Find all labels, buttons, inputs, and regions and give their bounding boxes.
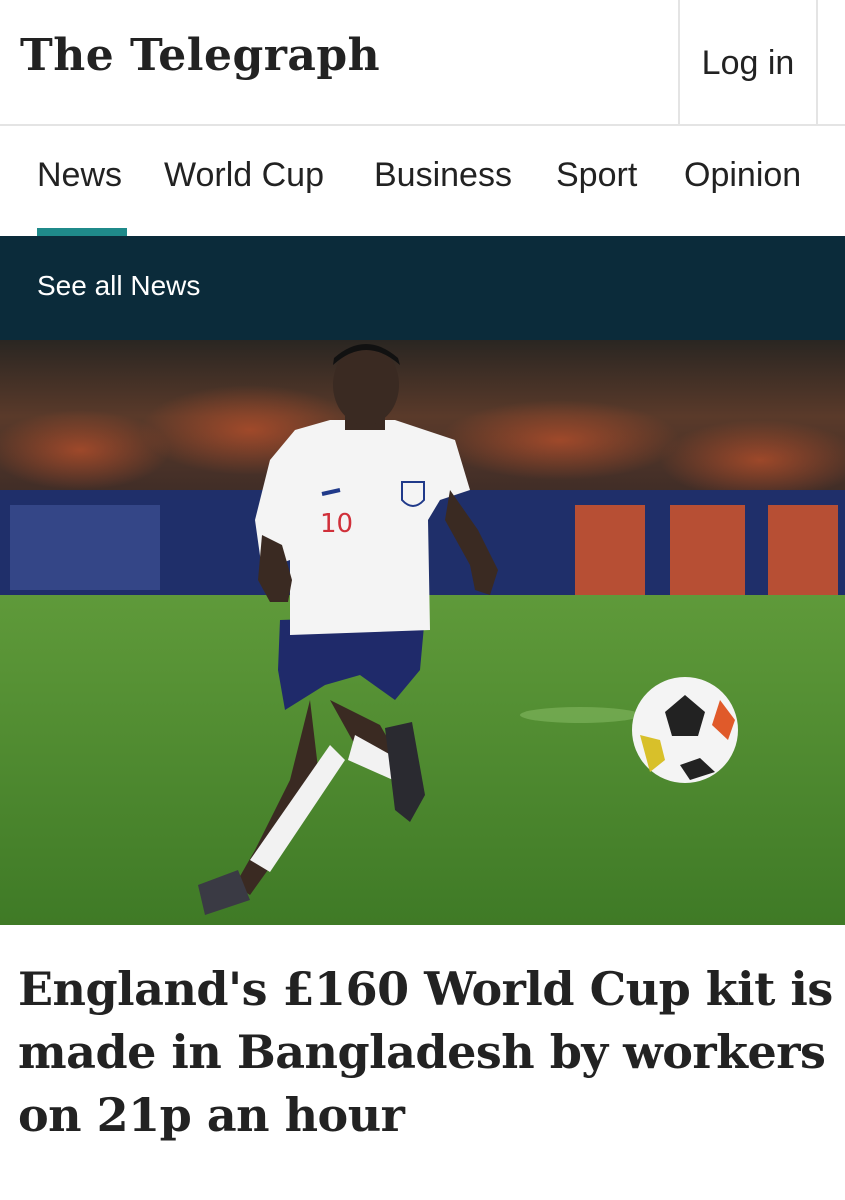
nav-item-sport[interactable]: Sport: [556, 156, 637, 236]
nav-item-world-cup[interactable]: World Cup: [164, 156, 324, 236]
subnav-bar: See all News: [0, 236, 845, 340]
nav-item-news[interactable]: News: [37, 156, 127, 236]
shirt-number: 10: [320, 509, 353, 539]
telegraph-logo[interactable]: The Telegraph: [20, 20, 380, 92]
article-headline[interactable]: England's £160 World Cup kit is made in …: [18, 958, 838, 1147]
article-hero-image[interactable]: 10: [0, 340, 845, 925]
section-nav: News World Cup Business Sport Opinion: [0, 126, 845, 236]
hero-illustration: 10: [0, 340, 845, 925]
site-header: The Telegraph Log in: [0, 0, 845, 126]
nav-item-business[interactable]: Business: [374, 156, 512, 236]
football-icon: [632, 677, 738, 783]
login-button[interactable]: Log in: [678, 0, 818, 126]
see-all-news-link[interactable]: See all News: [37, 270, 200, 302]
nav-item-opinion[interactable]: Opinion: [684, 156, 801, 236]
